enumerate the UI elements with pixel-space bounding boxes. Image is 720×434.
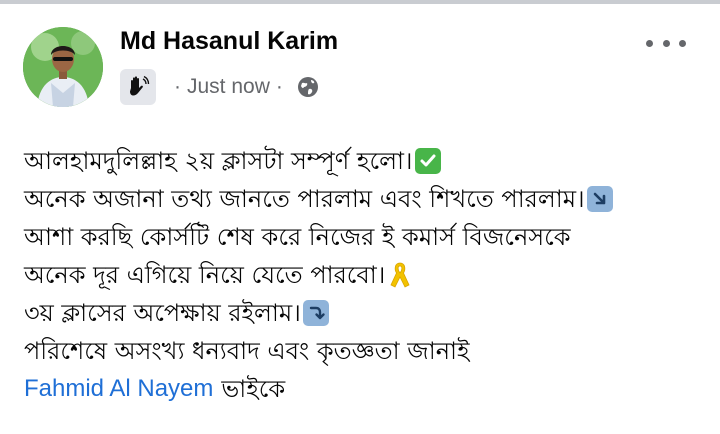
post-line: অনেক দূর এগিয়ে নিয়ে যেতে পারবো। (24, 256, 704, 294)
check-mark-icon (414, 148, 441, 174)
ribbon-icon (387, 260, 413, 290)
more-dot (679, 39, 686, 47)
mention-suffix: ভাইকে (221, 375, 286, 403)
post-line-text: অনেক অজানা তথ্য জানতে পারলাম এবং শিখতে প… (24, 185, 585, 213)
arrow-down-right-icon (586, 186, 613, 212)
top-divider (0, 0, 720, 4)
more-options-icon[interactable] (646, 33, 686, 53)
post-meta: · Just now · (120, 68, 319, 106)
post-line: ৩য় ক্লাসের অপেক্ষায় রইলাম। (24, 294, 704, 332)
post-line: Fahmid Al Nayem ভাইকে (24, 370, 704, 408)
more-dot (662, 39, 670, 47)
post-line-text: পরিশেষে অসংখ্য ধন্যবাদ এবং কৃতজ্ঞতা জানা… (24, 337, 470, 365)
meta-separator: · (174, 75, 181, 98)
mention-link[interactable]: Fahmid Al Nayem (24, 370, 213, 408)
post-line: আশা করছি কোর্সটি শেষ করে নিজের ই কমার্স … (24, 218, 704, 256)
post-line-text: আশা করছি কোর্সটি শেষ করে নিজের ই কমার্স … (24, 223, 571, 251)
more-dot (646, 39, 653, 47)
post-timestamp[interactable]: Just now (187, 75, 270, 99)
post-line: আলহামদুলিল্লাহ ২য় ক্লাসটা সম্পূর্ণ হলো। (24, 142, 704, 180)
globe-icon[interactable] (297, 76, 319, 98)
arrow-curve-down-icon (302, 300, 329, 326)
author-avatar[interactable] (23, 27, 103, 107)
post-line-text: আলহামদুলিল্লাহ ২য় ক্লাসটা সম্পূর্ণ হলো। (24, 147, 413, 175)
post-line: পরিশেষে অসংখ্য ধন্যবাদ এবং কৃতজ্ঞতা জানা… (24, 332, 704, 370)
post-line-text: অনেক দূর এগিয়ে নিয়ে যেতে পারবো। (24, 261, 386, 289)
author-name[interactable]: Md Hasanul Karim (120, 27, 338, 56)
meta-separator-2: · (275, 75, 283, 98)
post-body: আলহামদুলিল্লাহ ২য় ক্লাসটা সম্পূর্ণ হলো।… (24, 142, 704, 408)
post-line: অনেক অজানা তথ্য জানতে পারলাম এবং শিখতে প… (24, 180, 704, 218)
waving-hand-icon[interactable] (120, 69, 156, 105)
post-line-text: ৩য় ক্লাসের অপেক্ষায় রইলাম। (24, 299, 301, 327)
